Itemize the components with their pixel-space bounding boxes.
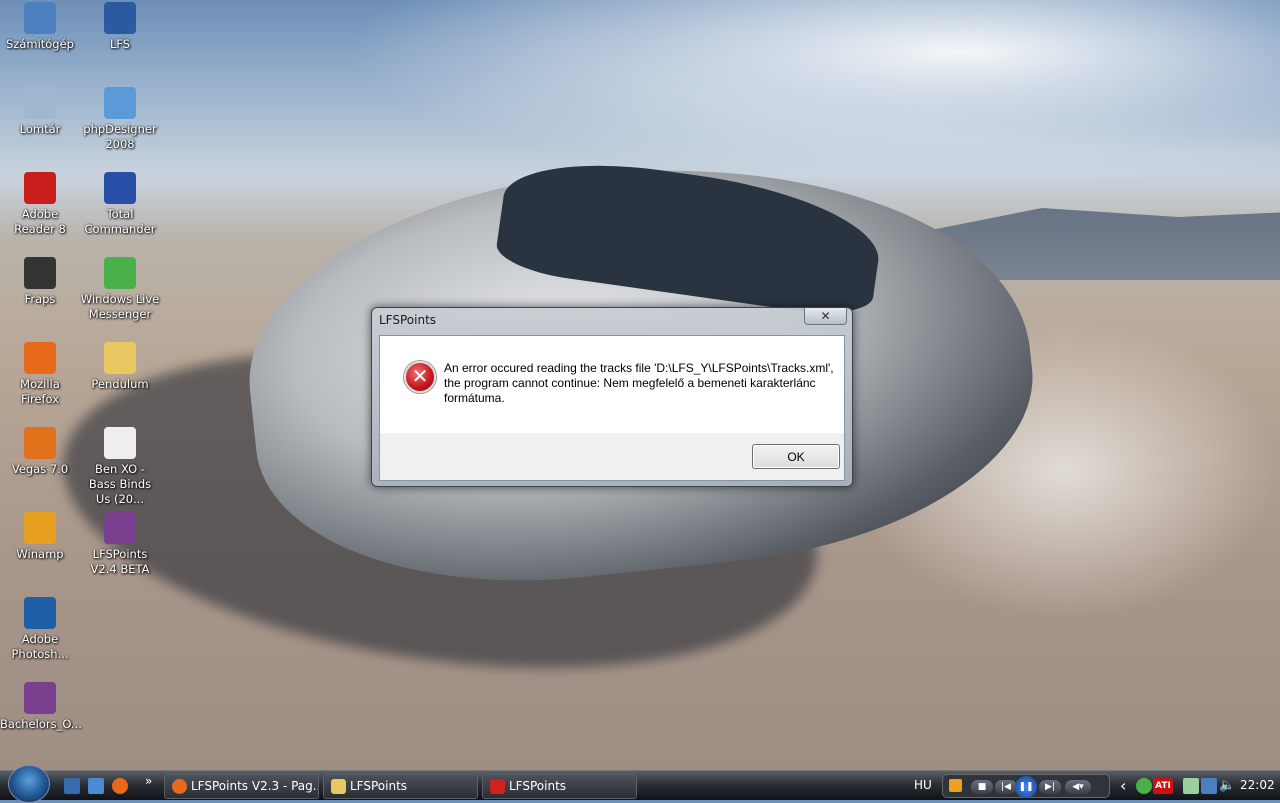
desktop-icon-image [24,257,56,289]
desktop-icon[interactable]: phpDesigner 2008 [80,87,160,152]
desktop-icon-image [24,512,56,544]
desktop-icon[interactable]: Adobe Photosh... [0,597,80,662]
taskbar-button-folder[interactable]: LFSPoints [323,774,478,799]
desktop-icon-label: Adobe Photosh... [11,632,69,661]
desktop-icon-label: Total Commander [84,207,156,236]
desktop-icon-image [24,2,56,34]
folder-icon [331,779,346,794]
desktop-icon-label: Pendulum [91,377,149,391]
error-message: An error occured reading the tracks file… [444,361,834,405]
desktop-icon[interactable]: Mozilla Firefox [0,342,80,407]
lfs-icon [490,779,505,794]
taskbar-button-label: LFSPoints [509,779,567,793]
dialog-content: ✕ An error occured reading the tracks fi… [380,336,844,433]
desktop-icon[interactable]: Ben XO - Bass Binds Us (20... [80,427,160,507]
desktop-icon-label: Mozilla Firefox [20,377,60,406]
desktop-icon-label: Vegas 7.0 [11,462,69,476]
desktop-icon-label: Winamp [16,547,64,561]
desktop-icon-label: Lomtár [19,122,61,136]
previous-button[interactable]: |◀ [995,780,1017,794]
network-icon[interactable] [1201,778,1217,794]
close-button[interactable]: ✕ [804,308,847,325]
taskbar: » LFSPoints V2.3 - Pag... LFSPoints LFSP… [0,765,1280,803]
desktop-icon-image [104,87,136,119]
desktop-icon-image [104,342,136,374]
desktop-icon-label: Ben XO - Bass Binds Us (20... [88,462,152,506]
desktop-icon[interactable]: Vegas 7.0 [0,427,80,477]
desktop-icon-image [24,87,56,119]
desktop-icon[interactable]: Adobe Reader 8 [0,172,80,237]
pause-button[interactable]: ❚❚ [1015,776,1037,798]
switch-windows-icon[interactable] [88,778,104,794]
taskbar-button-firefox[interactable]: LFSPoints V2.3 - Pag... [164,774,319,799]
firefox-icon[interactable] [112,778,128,794]
desktop-icon-label: LFSPoints V2.4 BETA [90,547,150,576]
taskbar-button-label: LFSPoints [350,779,408,793]
desktop-icon-label: Windows Live Messenger [80,292,160,321]
stop-button[interactable]: ■ [971,780,993,794]
desktop-icon[interactable]: LFS [80,2,160,52]
desktop-icon[interactable]: Számítógép [0,2,80,52]
firefox-icon [172,779,187,794]
desktop-icon[interactable]: LFSPoints V2.4 BETA [80,512,160,577]
desktop-icon-label: phpDesigner 2008 [83,122,157,151]
desktop-icon[interactable]: Fraps [0,257,80,307]
ati-tray-icon[interactable]: ATI [1153,778,1173,794]
ok-button[interactable]: OK [752,444,840,469]
desktop-icon-image [104,172,136,204]
desktop-icon-label: Számítógép [5,37,74,51]
desktop-icon-image [24,342,56,374]
desktop-icon[interactable]: Lomtár [0,87,80,137]
desktop-icon[interactable]: Total Commander [80,172,160,237]
tray-expand-button[interactable]: ‹ [1120,776,1126,795]
desktop-icon-image [104,257,136,289]
volume-icon[interactable]: 🔈 [1219,778,1235,794]
desktop-icon-label: LFS [109,37,131,51]
desktop-icon-label: Adobe Reader 8 [14,207,66,236]
volume-button[interactable]: ◀▾ [1065,780,1091,794]
desktop-icon-image [24,597,56,629]
clock[interactable]: 22:02 [1240,778,1275,792]
desktop-icon-image [24,682,56,714]
media-player-toolbar: ■ |◀ ❚❚ ▶| ◀▾ [942,774,1110,798]
desktop-icon[interactable]: Windows Live Messenger [80,257,160,322]
desktop-icon[interactable]: Pendulum [80,342,160,392]
desktop-icon-image [104,2,136,34]
power-icon[interactable] [1183,778,1199,794]
error-dialog: LFSPoints ✕ ✕ An error occured reading t… [371,307,853,487]
error-icon: ✕ [404,361,436,393]
messenger-tray-icon[interactable] [1136,778,1152,794]
quicklaunch-overflow[interactable]: » [145,774,152,788]
desktop-icon[interactable]: Bachelors_O... [0,682,82,732]
dialog-body: ✕ An error occured reading the tracks fi… [379,335,845,481]
show-desktop-icon[interactable] [64,778,80,794]
next-button[interactable]: ▶| [1039,780,1061,794]
media-player-icon[interactable] [949,779,962,792]
desktop-icon-label: Fraps [24,292,56,306]
desktop-icon-image [104,512,136,544]
taskbar-button-label: LFSPoints V2.3 - Pag... [191,779,319,793]
desktop-icon-label: Bachelors_O... [0,717,82,731]
taskbar-button-lfspoints[interactable]: LFSPoints [482,774,637,799]
desktop-icon-image [24,427,56,459]
dialog-title: LFSPoints [379,313,437,327]
language-indicator[interactable]: HU [914,778,932,792]
start-button[interactable] [8,765,50,803]
desktop-icon[interactable]: Winamp [0,512,80,562]
desktop-icon-image [104,427,136,459]
desktop-icon-image [24,172,56,204]
